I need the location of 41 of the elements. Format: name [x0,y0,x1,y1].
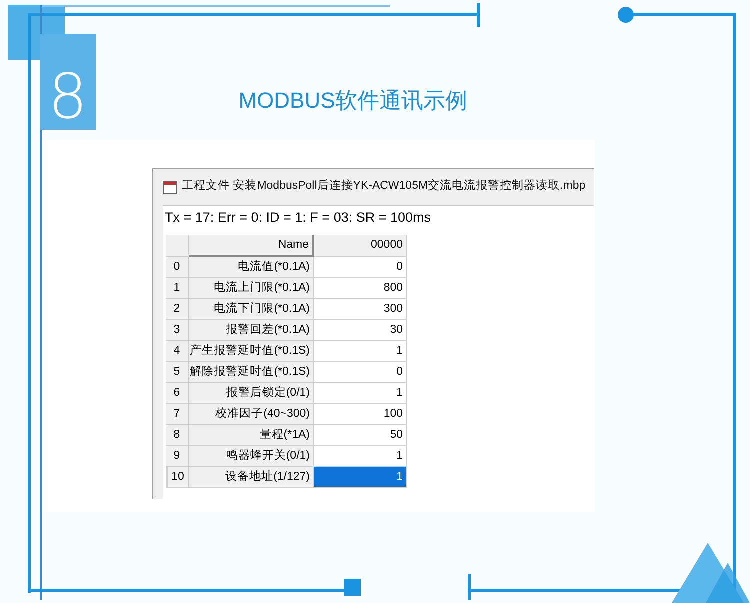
table-cell: 100 [314,404,407,425]
row-number: 5 [166,362,189,383]
table-cell: 解除报警延时值(*0.1S) [189,362,314,383]
row-number: 8 [166,425,189,446]
table-cell: 电流下门限(*0.1A) [189,299,314,320]
table-cell: 报警回差(*0.1A) [189,320,314,341]
document-icon [163,180,177,194]
table-cell: 鸣器蜂开关(0/1) [189,446,314,467]
table-cell: 产生报警延时值(*0.1S) [189,341,314,362]
table-cell: 设备地址(1/127) [189,467,314,488]
row-number: 1 [166,278,189,299]
table-cell: 0 [314,257,407,278]
section-number: 8 [40,34,96,130]
row-number: 2 [166,299,189,320]
row-number: 6 [166,383,189,404]
row-number: 3 [166,320,189,341]
column-header[interactable]: 00000 [314,235,407,257]
table-cell: 50 [314,425,407,446]
row-number: 9 [166,446,189,467]
corner-header-cell [166,235,189,257]
table-cell: 电流值(*0.1A) [189,257,314,278]
table-cell: 300 [314,299,407,320]
row-number: 7 [166,404,189,425]
table-cell: 1 [314,383,407,404]
table-cell: 30 [314,320,407,341]
table-cell: 0 [314,362,407,383]
column-header[interactable]: Name [189,235,314,257]
table-cell: 校准因子(40~300) [189,404,314,425]
table-cell: 量程(*1A) [189,425,314,446]
table-cell: 800 [314,278,407,299]
table-cell: 报警后锁定(0/1) [189,383,314,404]
row-number: 4 [166,341,189,362]
table-cell: 1 [314,341,407,362]
row-number: 10 [166,467,189,488]
table-cell: 1 [314,467,407,488]
window-title: 工程文件 安装ModbusPoll后连接YK-ACW105M交流电流报警控制器读取.mbp [182,178,586,194]
table-cell: 电流上门限(*0.1A) [189,278,314,299]
section-title: MODBUS软件通讯示例 [238,87,468,115]
status-text: Tx = 17: Err = 0: ID = 1: F = 03: SR = 100ms [165,210,431,225]
table-cell: 1 [314,446,407,467]
row-number: 0 [166,257,189,278]
